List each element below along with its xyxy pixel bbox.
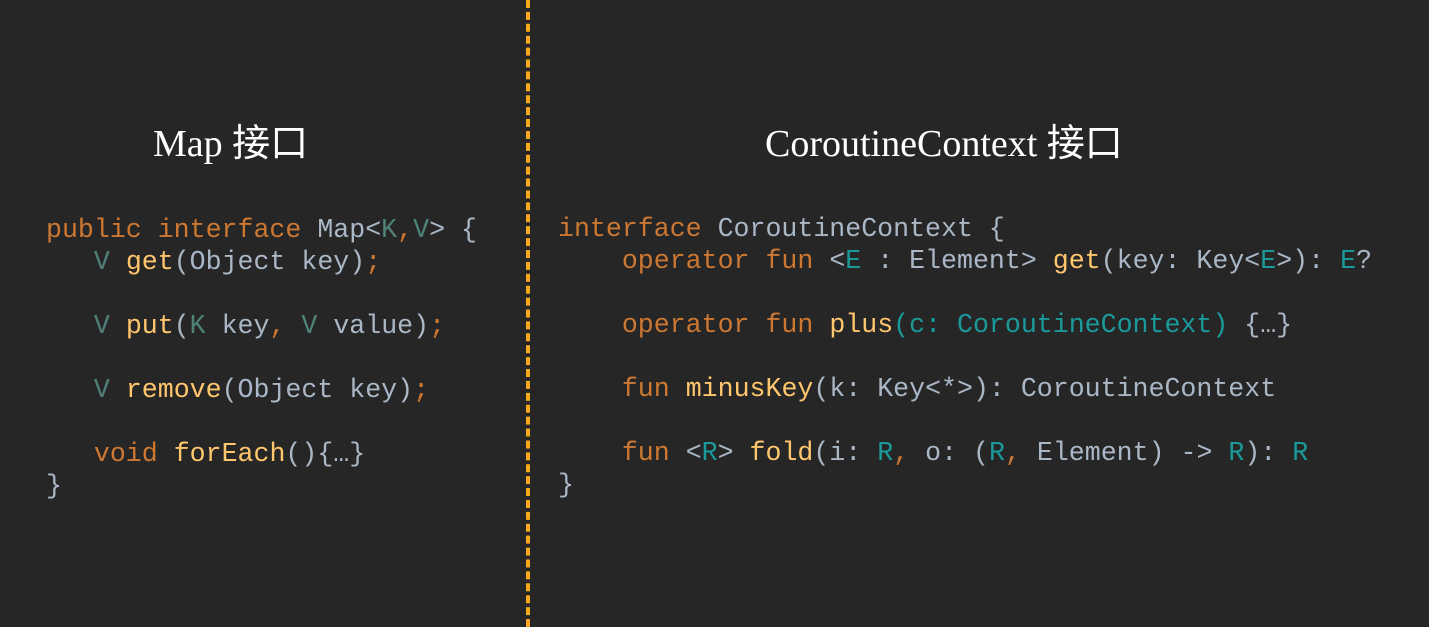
code-token: (Object key): [221, 375, 414, 405]
code-token: fun: [621, 438, 686, 468]
code-token: R: [701, 438, 718, 468]
code-token: K: [381, 215, 398, 245]
code-token: R: [1228, 438, 1245, 468]
code-token: V: [93, 311, 126, 341]
code-token: K: [189, 311, 222, 341]
code-token: <: [685, 438, 702, 468]
code-token: public interface: [46, 215, 318, 245]
code-token: R: [877, 438, 894, 468]
code-token: (i:: [813, 438, 878, 468]
code-token: (key: Key<: [1100, 246, 1261, 276]
code-token: CoroutineContext {: [717, 214, 1005, 244]
code-token: forEach: [173, 439, 286, 469]
code-line: public interface Map<K,V> {: [46, 214, 477, 246]
code-token: put: [125, 311, 174, 341]
code-token: ;: [413, 375, 430, 405]
code-token: Map<: [317, 215, 382, 245]
code-line: interface CoroutineContext {: [558, 213, 1372, 245]
code-token: V: [301, 311, 334, 341]
code-token: ;: [429, 311, 446, 341]
code-token: ;: [365, 247, 382, 277]
code-token: R: [988, 438, 1005, 468]
code-token: : Element>: [861, 246, 1053, 276]
code-token: V: [93, 247, 126, 277]
code-line: }: [558, 469, 1372, 501]
coroutine-context-code: interface CoroutineContext { operator fu…: [558, 213, 1372, 501]
code-token: key: [221, 311, 270, 341]
code-token: get: [125, 247, 174, 277]
code-token: fold: [749, 438, 814, 468]
code-line: V remove(Object key);: [46, 374, 477, 406]
code-token: get: [1052, 246, 1101, 276]
code-token: remove: [125, 375, 222, 405]
code-token: ,: [1004, 438, 1037, 468]
code-line: fun <R> fold(i: R, o: (R, Element) -> R)…: [558, 437, 1372, 469]
code-token: Element) ->: [1036, 438, 1229, 468]
code-line: V put(K key, V value);: [46, 310, 477, 342]
code-line: operator fun plus(c: CoroutineContext) {…: [558, 309, 1372, 341]
code-token: }: [558, 470, 574, 500]
code-token: V: [93, 375, 126, 405]
code-token: E: [1260, 246, 1277, 276]
code-token: interface: [558, 214, 718, 244]
dashed-divider: [526, 0, 530, 627]
map-interface-code: public interface Map<K,V> { V get(Object…: [46, 214, 477, 502]
code-token: ,: [269, 311, 302, 341]
code-token: > {: [429, 215, 477, 245]
code-token: ?: [1356, 246, 1372, 276]
code-token: >: [717, 438, 750, 468]
code-token: value): [333, 311, 430, 341]
code-token: (c: CoroutineContext): [893, 310, 1229, 340]
code-line: operator fun <E : Element> get(key: Key<…: [558, 245, 1372, 277]
code-line: }: [46, 470, 477, 502]
code-token: operator fun: [621, 246, 830, 276]
code-line: fun minusKey(k: Key<*>): CoroutineContex…: [558, 373, 1372, 405]
map-interface-title: Map 接口: [153, 123, 309, 165]
coroutine-context-interface-title: CoroutineContext 接口: [765, 123, 1123, 165]
code-token: void: [93, 439, 174, 469]
code-token: (Object key): [173, 247, 366, 277]
code-token: plus: [829, 310, 894, 340]
code-token: minusKey: [685, 374, 814, 404]
code-token: (){…}: [285, 439, 366, 469]
code-line: V get(Object key);: [46, 246, 477, 278]
code-token: {…}: [1228, 310, 1293, 340]
code-token: operator fun: [621, 310, 830, 340]
code-token: ,: [893, 438, 926, 468]
code-token: o: (: [925, 438, 989, 468]
code-token: (k: Key<*>): CoroutineContext: [813, 374, 1277, 404]
code-token: ):: [1244, 438, 1293, 468]
code-token: }: [46, 471, 62, 501]
code-token: <: [829, 246, 846, 276]
code-token: V: [413, 215, 430, 245]
code-token: (: [173, 311, 190, 341]
code-token: R: [1292, 438, 1309, 468]
code-line: void forEach(){…}: [46, 438, 477, 470]
code-token: >):: [1276, 246, 1341, 276]
code-token: E: [845, 246, 862, 276]
code-token: E: [1340, 246, 1357, 276]
code-token: fun: [621, 374, 686, 404]
code-token: ,: [397, 215, 414, 245]
